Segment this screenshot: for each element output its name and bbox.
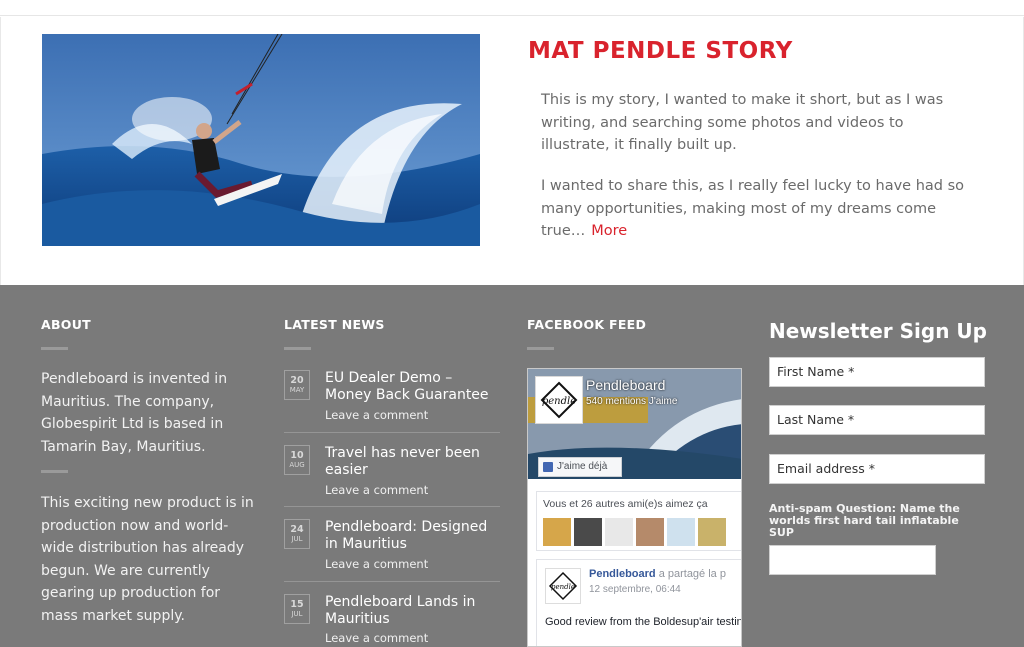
- leave-comment-link[interactable]: Leave a comment: [325, 483, 428, 497]
- email-field[interactable]: Email address *: [769, 454, 985, 484]
- news-day: 24: [290, 524, 304, 535]
- leave-comment-link[interactable]: Leave a comment: [325, 631, 428, 645]
- friend-avatar[interactable]: [574, 518, 602, 546]
- news-item[interactable]: 24 JUL Pendleboard: Designed in Mauritiu…: [284, 519, 500, 579]
- facebook-post-text: Good review from the Boldesup'air testin…: [545, 616, 741, 628]
- facebook-page-name[interactable]: Pendleboard: [586, 377, 665, 393]
- about-heading: ABOUT: [41, 317, 92, 332]
- kitesurfer-photo[interactable]: [42, 34, 480, 246]
- news-title[interactable]: Pendleboard Lands in Mauritius: [325, 594, 503, 628]
- leave-comment-link[interactable]: Leave a comment: [325, 408, 428, 422]
- about-divider-2: [41, 470, 68, 473]
- facebook-widget[interactable]: pendle Pendleboard 540 mentions J'aime J…: [527, 368, 742, 647]
- facebook-post-author[interactable]: Pendleboard: [589, 568, 656, 580]
- news-date: 20 MAY: [284, 370, 310, 400]
- news-date: 15 JUL: [284, 594, 310, 624]
- anti-spam-question: Anti-spam Question: Name the worlds firs…: [769, 502, 960, 539]
- facebook-friends-text: Vous et 26 autres ami(e)s aimez ça: [543, 498, 708, 510]
- news-separator: [284, 506, 500, 507]
- story-paragraph-1: This is my story, I wanted to make it sh…: [541, 92, 944, 153]
- pendle-logo-icon[interactable]: pendle: [535, 376, 583, 424]
- about-divider: [41, 347, 68, 350]
- last-name-field[interactable]: Last Name *: [769, 405, 985, 435]
- news-month: MAY: [289, 386, 305, 394]
- news-day: 20: [290, 375, 304, 386]
- story-title: MAT PENDLE STORY: [528, 38, 793, 64]
- friend-avatar[interactable]: [667, 518, 695, 546]
- story-paragraph-2: I wanted to share this, as I really feel…: [541, 175, 971, 243]
- about-paragraph-1: Pendleboard is invented in Mauritius. Th…: [41, 371, 228, 455]
- facebook-heading: FACEBOOK FEED: [527, 317, 647, 332]
- news-title[interactable]: EU Dealer Demo – Money Back Guarantee: [325, 370, 503, 404]
- news-item[interactable]: 10 AUG Travel has never been easier Leav…: [284, 445, 500, 505]
- facebook-post-action: a partagé la p: [658, 568, 726, 580]
- news-title[interactable]: Travel has never been easier: [325, 445, 503, 479]
- news-title[interactable]: Pendleboard: Designed in Mauritius: [325, 519, 503, 553]
- facebook-likes-count: 540 mentions J'aime: [586, 396, 678, 407]
- facebook-like-button[interactable]: J'aime déjà: [538, 457, 622, 477]
- news-separator: [284, 581, 500, 582]
- facebook-friend-faces: [543, 518, 726, 546]
- top-strip: [0, 0, 1024, 16]
- friend-avatar[interactable]: [698, 518, 726, 546]
- friend-avatar[interactable]: [605, 518, 633, 546]
- news-month: JUL: [291, 535, 303, 543]
- svg-text:pendle: pendle: [551, 583, 575, 591]
- friend-avatar[interactable]: [636, 518, 664, 546]
- facebook-post[interactable]: pendle Pendleboard a partagé la p 12 sep…: [536, 559, 741, 646]
- facebook-divider: [527, 347, 554, 350]
- news-date: 24 JUL: [284, 519, 310, 549]
- first-name-field[interactable]: First Name *: [769, 357, 985, 387]
- anti-spam-answer-input[interactable]: [769, 545, 936, 575]
- more-link[interactable]: More: [591, 223, 627, 239]
- about-paragraph-2: This exciting new product is in producti…: [41, 495, 254, 624]
- news-item[interactable]: 15 JUL Pendleboard Lands in Mauritius Le…: [284, 594, 500, 647]
- footer: ABOUT Pendleboard is invented in Mauriti…: [0, 285, 1024, 647]
- news-month: AUG: [289, 461, 305, 469]
- news-divider: [284, 347, 311, 350]
- facebook-friends-box: Vous et 26 autres ami(e)s aimez ça: [536, 491, 741, 551]
- kitesurfer-illustration: [42, 34, 480, 246]
- story-section: MAT PENDLE STORY This is my story, I wan…: [0, 17, 1024, 285]
- news-item[interactable]: 20 MAY EU Dealer Demo – Money Back Guara…: [284, 370, 500, 430]
- svg-text:pendle: pendle: [542, 396, 576, 407]
- news-day: 10: [290, 450, 304, 461]
- facebook-like-icon: [543, 462, 553, 472]
- facebook-like-button-label: J'aime déjà: [557, 461, 608, 472]
- news-date: 10 AUG: [284, 445, 310, 475]
- news-day: 15: [290, 599, 304, 610]
- facebook-post-date[interactable]: 12 septembre, 06:44: [589, 584, 681, 595]
- pendle-logo-icon[interactable]: pendle: [545, 568, 581, 604]
- facebook-post-header: Pendleboard a partagé la p: [589, 568, 726, 580]
- newsletter-title: Newsletter Sign Up: [769, 319, 987, 343]
- leave-comment-link[interactable]: Leave a comment: [325, 557, 428, 571]
- news-heading: LATEST NEWS: [284, 317, 385, 332]
- news-month: JUL: [291, 610, 303, 618]
- friend-avatar[interactable]: [543, 518, 571, 546]
- news-separator: [284, 432, 500, 433]
- facebook-cover-photo: pendle Pendleboard 540 mentions J'aime J…: [528, 369, 741, 479]
